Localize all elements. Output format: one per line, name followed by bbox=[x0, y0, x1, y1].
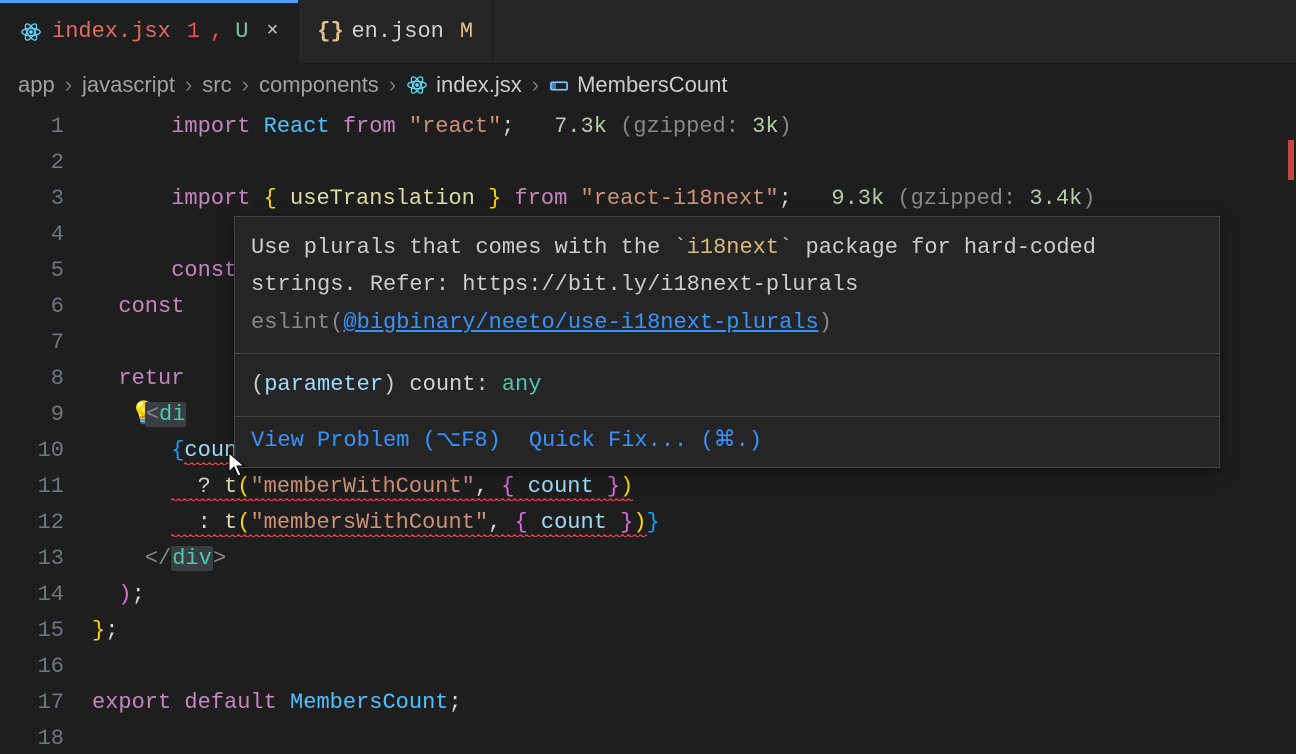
minimap-error-marker[interactable] bbox=[1288, 140, 1294, 180]
hover-type-info: (parameter) count: any bbox=[235, 354, 1219, 415]
code-line[interactable]: 11 ? t("memberWithCount", { count }) bbox=[0, 468, 1296, 504]
hover-actions: View Problem (⌥F8) Quick Fix... (⌘.) bbox=[235, 417, 1219, 467]
view-problem-button[interactable]: View Problem (⌥F8) bbox=[251, 427, 501, 453]
line-number: 15 bbox=[0, 618, 92, 643]
line-number: 13 bbox=[0, 546, 92, 571]
line-number: 10 bbox=[0, 438, 92, 463]
line-number: 14 bbox=[0, 582, 92, 607]
hover-tooltip: Use plurals that comes with the `i18next… bbox=[234, 216, 1220, 468]
tab-git-status: M bbox=[460, 19, 473, 44]
close-icon[interactable]: × bbox=[266, 20, 278, 43]
tab-filename: index.jsx bbox=[52, 19, 171, 44]
eslint-rule-link[interactable]: @bigbinary/neeto/use-i18next-plurals bbox=[343, 310, 818, 335]
chevron-right-icon: › bbox=[65, 72, 72, 98]
code-line[interactable]: 17 export default MembersCount; bbox=[0, 684, 1296, 720]
mouse-cursor-icon bbox=[228, 452, 246, 478]
tab-bar: index.jsx 1, U × {} en.json M bbox=[0, 0, 1296, 64]
code-line[interactable]: 12 : t("membersWithCount", { count })} bbox=[0, 504, 1296, 540]
code-line[interactable]: 13 </div> bbox=[0, 540, 1296, 576]
line-number: 5 bbox=[0, 258, 92, 283]
line-number: 9 bbox=[0, 402, 92, 427]
tab-git-status: U bbox=[235, 19, 248, 44]
tab-error-count: 1 bbox=[187, 19, 200, 44]
line-number: 11 bbox=[0, 474, 92, 499]
line-number: 1 bbox=[0, 114, 92, 139]
line-number: 8 bbox=[0, 366, 92, 391]
line-number: 3 bbox=[0, 186, 92, 211]
line-number: 18 bbox=[0, 726, 92, 751]
line-number: 4 bbox=[0, 222, 92, 247]
quick-fix-button[interactable]: Quick Fix... (⌘.) bbox=[529, 427, 762, 453]
code-line[interactable]: 15 }; bbox=[0, 612, 1296, 648]
hover-message: Use plurals that comes with the `i18next… bbox=[235, 217, 1219, 353]
line-number: 6 bbox=[0, 294, 92, 319]
code-line[interactable]: 18 bbox=[0, 720, 1296, 754]
line-number: 16 bbox=[0, 654, 92, 679]
json-icon: {} bbox=[319, 21, 341, 43]
line-number: 7 bbox=[0, 330, 92, 355]
breadcrumb-seg[interactable]: app bbox=[18, 72, 55, 98]
tab-filename: en.json bbox=[351, 19, 443, 44]
react-icon bbox=[20, 21, 42, 43]
code-line[interactable]: 14 ); bbox=[0, 576, 1296, 612]
code-line[interactable]: 3 import { useTranslation } from "react-… bbox=[0, 180, 1296, 216]
code-line[interactable]: 16 bbox=[0, 648, 1296, 684]
tab-index-jsx[interactable]: index.jsx 1, U × bbox=[0, 0, 299, 63]
code-line[interactable]: 1 import React from "react"; 7.3k (gzipp… bbox=[0, 108, 1296, 144]
line-number: 12 bbox=[0, 510, 92, 535]
tab-en-json[interactable]: {} en.json M bbox=[299, 0, 494, 63]
line-number: 2 bbox=[0, 150, 92, 175]
line-number: 17 bbox=[0, 690, 92, 715]
